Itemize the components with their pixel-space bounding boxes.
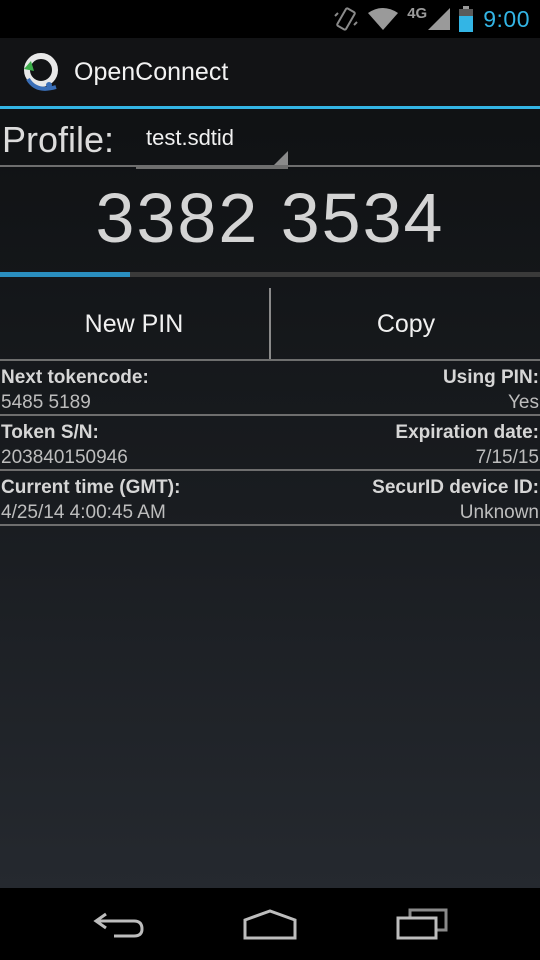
profile-row: Profile: test.sdtid bbox=[0, 109, 540, 169]
network-indicator: 4G bbox=[407, 4, 451, 31]
divider bbox=[0, 359, 540, 361]
signal-icon bbox=[428, 8, 451, 30]
token-progress-fill bbox=[0, 272, 130, 277]
token-progress-bar bbox=[0, 272, 540, 277]
token-sn-value: 203840150946 bbox=[1, 447, 128, 468]
profile-spinner-value: test.sdtid bbox=[146, 125, 235, 150]
vibrate-icon bbox=[333, 6, 359, 32]
back-icon[interactable] bbox=[85, 902, 155, 946]
next-tokencode-label: Next tokencode: bbox=[1, 367, 149, 388]
app-title: OpenConnect bbox=[74, 57, 229, 86]
info-row: Token S/N: 203840150946 Expiration date:… bbox=[0, 417, 540, 471]
openconnect-logo-icon[interactable] bbox=[18, 49, 64, 95]
profile-spinner[interactable]: test.sdtid bbox=[136, 119, 288, 169]
copy-button[interactable]: Copy bbox=[272, 288, 540, 360]
new-pin-button[interactable]: New PIN bbox=[0, 288, 268, 360]
home-icon[interactable] bbox=[235, 902, 305, 946]
expiration-date-value: 7/15/15 bbox=[475, 447, 539, 468]
profile-label: Profile: bbox=[2, 119, 115, 160]
status-bar: 4G 9:00 bbox=[0, 0, 540, 38]
divider bbox=[0, 414, 540, 416]
expiration-date-label: Expiration date: bbox=[395, 422, 539, 443]
divider bbox=[0, 524, 540, 526]
token-sn-label: Token S/N: bbox=[1, 422, 99, 443]
battery-icon bbox=[459, 6, 474, 32]
recent-apps-icon[interactable] bbox=[387, 902, 457, 946]
button-divider bbox=[269, 288, 271, 360]
wifi-icon bbox=[367, 7, 399, 31]
status-time: 9:00 bbox=[483, 5, 530, 32]
securid-device-id-label: SecurID device ID: bbox=[372, 477, 539, 498]
button-row: New PIN Copy bbox=[0, 288, 540, 360]
using-pin-value: Yes bbox=[508, 392, 539, 413]
using-pin-label: Using PIN: bbox=[442, 367, 539, 388]
screen: 4G 9:00 OpenConnect Profile: test.sdtid … bbox=[0, 0, 540, 960]
next-tokencode-value: 5485 5189 bbox=[1, 392, 91, 413]
current-time-value: 4/25/14 4:00:45 AM bbox=[1, 502, 166, 523]
token-code: 3382 3534 bbox=[95, 179, 445, 257]
network-label: 4G bbox=[407, 4, 428, 22]
securid-device-id-value: Unknown bbox=[459, 502, 539, 523]
info-row: Current time (GMT): 4/25/14 4:00:45 AM S… bbox=[0, 472, 540, 526]
divider bbox=[0, 165, 540, 167]
current-time-label: Current time (GMT): bbox=[1, 477, 181, 498]
divider bbox=[0, 469, 540, 471]
action-bar: OpenConnect bbox=[0, 38, 540, 106]
info-row: Next tokencode: 5485 5189 Using PIN: Yes bbox=[0, 362, 540, 416]
navigation-bar bbox=[0, 888, 540, 960]
